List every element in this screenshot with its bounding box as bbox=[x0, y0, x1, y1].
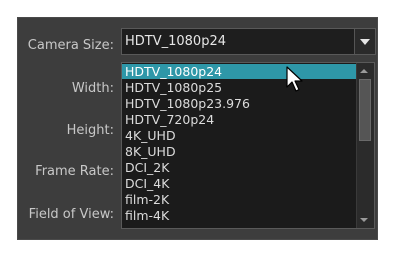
scrollbar-thumb[interactable] bbox=[359, 79, 371, 141]
dropdown-option-8k-uhd[interactable]: 8K_UHD bbox=[122, 144, 356, 159]
dropdown-option-dci-2k[interactable]: DCI_2K bbox=[122, 160, 356, 175]
dropdown-scrollbar[interactable] bbox=[356, 63, 374, 228]
camera-size-value: HDTV_1080p24 bbox=[125, 34, 226, 49]
dropdown-option-film-2k[interactable]: film-2K bbox=[122, 192, 356, 207]
camera-size-label: Camera Size: bbox=[27, 38, 114, 53]
camera-size-dropdown-list[interactable]: HDTV_1080p24 HDTV_1080p25 HDTV_1080p23.9… bbox=[121, 62, 375, 229]
cursor-arrow-icon bbox=[286, 66, 303, 92]
dropdown-option-hdtv-1080p25[interactable]: HDTV_1080p25 bbox=[122, 80, 356, 95]
dropdown-option-hdtv-1080p24[interactable]: HDTV_1080p24 bbox=[122, 64, 356, 79]
dropdown-option-hdtv-720p24[interactable]: HDTV_720p24 bbox=[122, 112, 356, 127]
frame-rate-label: Frame Rate: bbox=[35, 164, 114, 179]
scroll-up-arrow-icon[interactable] bbox=[360, 69, 368, 73]
chevron-down-icon bbox=[360, 39, 370, 45]
dropdown-option-4k-uhd[interactable]: 4K_UHD bbox=[122, 128, 356, 143]
camera-size-select[interactable]: HDTV_1080p24 bbox=[121, 28, 376, 55]
field-of-view-label: Field of View: bbox=[28, 207, 114, 222]
scroll-down-arrow-icon[interactable] bbox=[360, 218, 368, 222]
dropdown-option-film-4k[interactable]: film-4K bbox=[122, 208, 356, 223]
dropdown-option-hdtv-1080p23976[interactable]: HDTV_1080p23.976 bbox=[122, 96, 356, 111]
width-label: Width: bbox=[71, 81, 114, 96]
dropdown-option-dci-4k[interactable]: DCI_4K bbox=[122, 176, 356, 191]
dropdown-toggle-button[interactable] bbox=[354, 29, 375, 54]
height-label: Height: bbox=[66, 123, 114, 138]
